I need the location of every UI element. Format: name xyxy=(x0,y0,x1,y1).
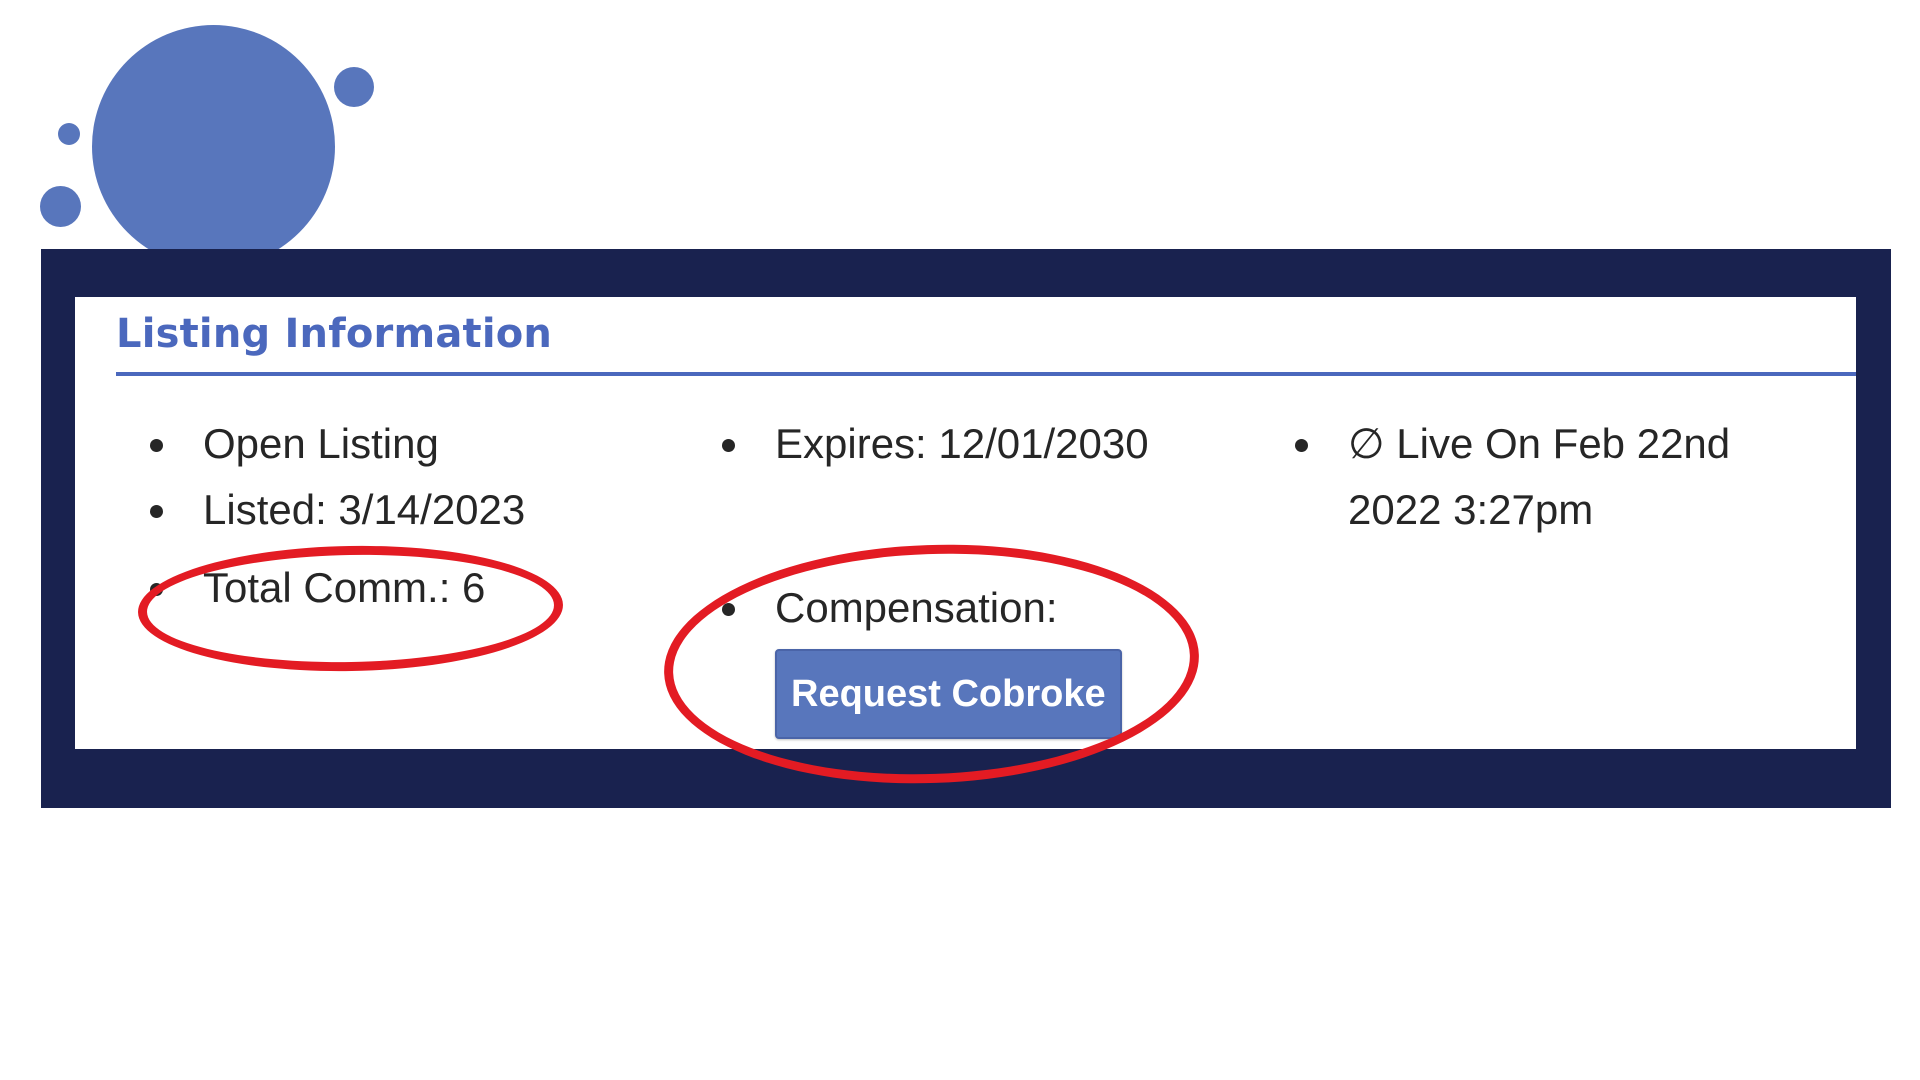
live-on-date: ∅ Live On Feb 22nd 2022 3:27pm xyxy=(1295,411,1775,543)
panel-title: Listing Information xyxy=(116,311,553,357)
listed-date: Listed: 3/14/2023 xyxy=(150,477,630,543)
decorative-circle-small-left xyxy=(40,186,81,227)
compensation-item: Compensation: Request Cobroke xyxy=(722,575,1242,739)
listing-status: Open Listing xyxy=(150,411,630,477)
request-cobroke-button[interactable]: Request Cobroke xyxy=(775,649,1122,739)
listing-details-right: ∅ Live On Feb 22nd 2022 3:27pm xyxy=(1295,411,1775,543)
decorative-circle-tiny xyxy=(58,123,80,145)
expiration-date: Expires: 12/01/2030 xyxy=(722,411,1242,477)
listing-details-left: Open Listing Listed: 3/14/2023 Total Com… xyxy=(150,411,630,621)
title-divider xyxy=(116,372,1856,376)
compensation-label: Compensation: xyxy=(775,584,1058,631)
decorative-circle-large xyxy=(92,25,335,268)
decorative-circle-small xyxy=(334,67,374,107)
total-commission: Total Comm.: 6 xyxy=(150,555,630,621)
listing-details-middle: Expires: 12/01/2030 Compensation: Reques… xyxy=(722,411,1242,739)
listing-information-panel: Listing Information Open Listing Listed:… xyxy=(75,297,1856,749)
